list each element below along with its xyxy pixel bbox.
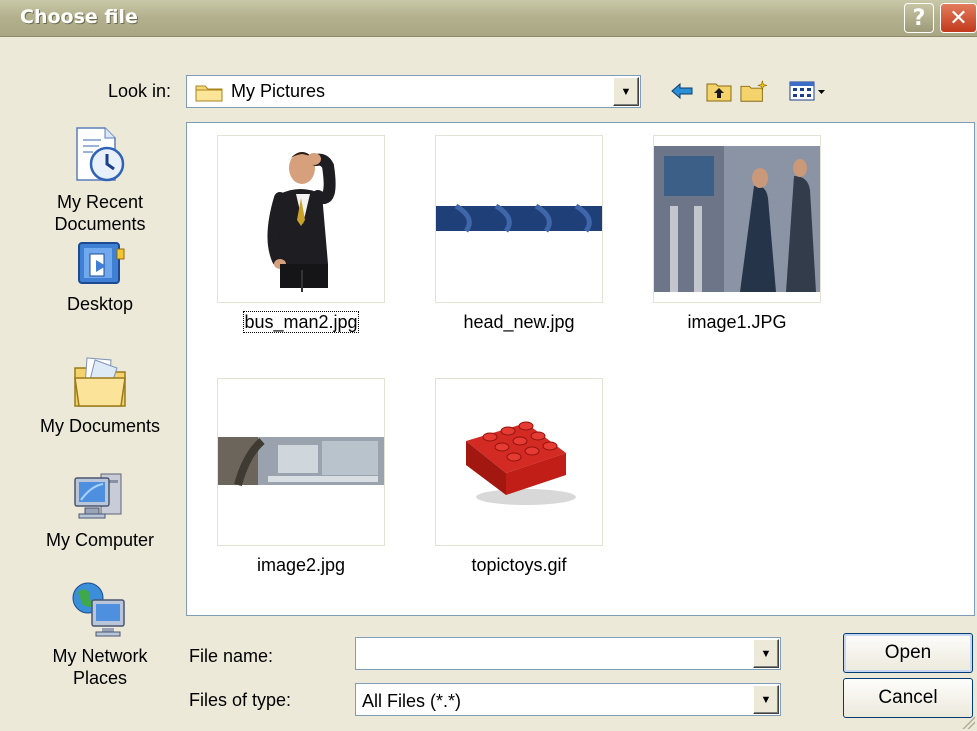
chevron-down-icon: ▼ xyxy=(760,693,772,706)
file-type-field-label: Files of type: xyxy=(189,690,292,710)
look-in-dropdown-button[interactable]: ▼ xyxy=(613,77,639,106)
look-in-value: My Pictures xyxy=(231,81,326,101)
place-my-recent-documents[interactable]: My Recent Documents xyxy=(34,126,166,235)
office-building-image xyxy=(654,136,820,302)
network-places-icon xyxy=(72,582,125,637)
resize-grip[interactable] xyxy=(961,715,975,729)
place-desktop[interactable]: Desktop xyxy=(34,240,166,315)
up-folder-icon xyxy=(706,83,732,102)
file-name-dropdown-button[interactable]: ▼ xyxy=(753,639,779,668)
cancel-button[interactable]: Cancel xyxy=(843,678,973,718)
place-my-documents[interactable]: My Documents xyxy=(34,354,166,437)
workstation-image xyxy=(218,379,384,545)
desktop-icon xyxy=(78,242,125,284)
chevron-down-icon: ▼ xyxy=(760,647,772,660)
folder-icon xyxy=(195,85,223,102)
file-thumbnail[interactable] xyxy=(653,135,821,303)
file-thumbnail[interactable] xyxy=(435,135,603,303)
title-bar: Choose file ? ✕ xyxy=(0,0,977,37)
window-title: Choose file xyxy=(20,6,138,28)
businessman-image xyxy=(218,136,384,302)
file-name-label: topictoys.gif xyxy=(471,555,567,575)
file-name-field[interactable]: ▼ xyxy=(355,637,781,670)
view-menu-icon xyxy=(789,81,825,101)
help-button[interactable]: ? xyxy=(904,3,934,33)
recent-documents-icon xyxy=(76,127,125,182)
my-documents-icon xyxy=(74,357,126,407)
my-computer-icon xyxy=(74,473,122,519)
file-type-dropdown[interactable]: All Files (*.*) ▼ xyxy=(355,683,781,716)
place-my-network-places[interactable]: My Network Places xyxy=(34,580,166,689)
new-folder-button[interactable] xyxy=(740,78,768,104)
red-lego-brick-image xyxy=(436,379,602,545)
back-arrow-icon xyxy=(671,83,693,99)
open-button[interactable]: Open xyxy=(843,633,973,673)
close-button[interactable]: ✕ xyxy=(940,3,977,33)
file-name-label: bus_man2.jpg xyxy=(243,311,359,333)
help-icon: ? xyxy=(912,5,926,31)
back-button[interactable] xyxy=(668,78,696,104)
file-name-label: head_new.jpg xyxy=(463,312,575,332)
file-type-value: All Files (*.*) xyxy=(362,691,462,711)
file-thumbnail[interactable] xyxy=(217,135,385,303)
file-list-pane[interactable]: bus_man2.jpg head_new.jpg image1.JPG ima… xyxy=(186,122,975,616)
chevron-down-icon: ▼ xyxy=(620,85,632,98)
look-in-dropdown[interactable]: My Pictures ▼ xyxy=(186,75,641,108)
file-thumbnail[interactable] xyxy=(435,378,603,546)
close-icon: ✕ xyxy=(949,5,968,31)
place-my-computer[interactable]: My Computer xyxy=(34,468,166,551)
view-menu-button[interactable] xyxy=(788,78,828,104)
file-name-label: image2.jpg xyxy=(256,555,346,575)
file-name-label: image1.JPG xyxy=(687,312,787,332)
new-folder-icon xyxy=(740,80,768,102)
look-in-label: Look in: xyxy=(108,81,172,101)
file-thumbnail[interactable] xyxy=(217,378,385,546)
blue-banner-image xyxy=(436,136,602,302)
file-type-dropdown-button[interactable]: ▼ xyxy=(753,685,779,714)
file-name-field-label: File name: xyxy=(189,646,274,666)
up-folder-button[interactable] xyxy=(705,78,733,104)
